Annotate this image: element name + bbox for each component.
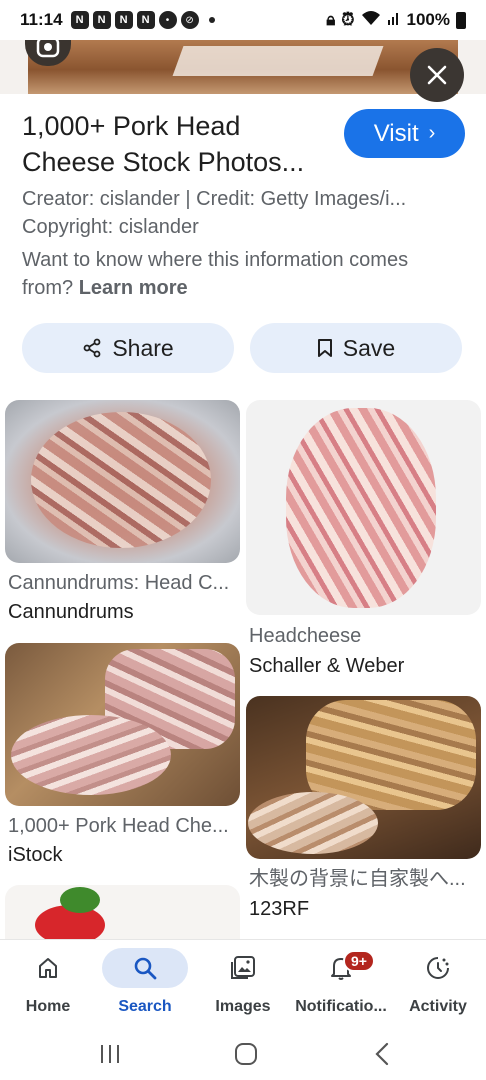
battery-percent: 100% [406, 10, 450, 29]
lock-icon: 🔒︎ [326, 10, 336, 29]
bottom-navigation: Home Search Images 9+ Notificatio... Act… [0, 940, 486, 1026]
nav-home-icon-wrap [5, 948, 91, 988]
app-notification-icon: N [136, 11, 155, 29]
back-button[interactable] [362, 1036, 402, 1072]
nav-label-activity: Activity [409, 998, 467, 1015]
more-notifications-icon [208, 17, 215, 23]
nav-label-images: Images [215, 998, 271, 1015]
system-navigation-bar [0, 1026, 486, 1080]
nav-label-home: Home [25, 998, 71, 1015]
nav-notifications-icon-wrap: 9+ [298, 948, 384, 988]
notification-icons: N N N N • ⊘ [70, 11, 215, 29]
info-source-text: Want to know where this information come… [22, 246, 462, 302]
related-image-thumbnail[interactable] [246, 696, 481, 859]
learn-more-link[interactable]: Learn more [79, 277, 188, 299]
battery-icon [456, 11, 466, 29]
preview-image-content [28, 40, 458, 94]
related-image-thumbnail[interactable] [5, 885, 240, 945]
nav-search-icon-wrap [102, 948, 188, 988]
related-image-source: Schaller & Weber [249, 655, 405, 677]
creator-credit: Creator: cislander | Credit: Getty Image… [22, 188, 407, 210]
related-image-title[interactable]: Cannundrums: Head C... [8, 570, 240, 596]
search-icon [134, 957, 157, 980]
share-icon [83, 338, 101, 358]
news-icon: • [158, 11, 177, 29]
images-icon [231, 956, 255, 979]
close-icon [427, 65, 447, 85]
system-status: 🔒︎ ⏰︎ 100% [326, 10, 466, 31]
status-time: 11:14 [20, 10, 63, 29]
related-image-thumbnail[interactable] [246, 400, 481, 615]
related-image-thumbnail[interactable] [5, 400, 240, 563]
recents-icon [101, 1045, 119, 1063]
visit-button[interactable]: Visit › [344, 109, 465, 158]
result-title[interactable]: 1,000+ Pork Head Cheese Stock Photos... [22, 108, 332, 180]
nav-label-search: Search [118, 998, 172, 1015]
nav-label-notifications: Notificatio... [295, 998, 387, 1015]
related-image-source: iStock [8, 844, 63, 866]
save-label: Save [342, 334, 396, 361]
alarm-icon: ⏰︎ [341, 10, 355, 29]
bookmark-icon [317, 339, 332, 357]
share-label: Share [112, 334, 174, 361]
nav-images[interactable]: Images [193, 944, 293, 1024]
related-image-source: Cannundrums [8, 601, 134, 623]
share-button[interactable]: Share [22, 323, 234, 373]
home-icon [39, 958, 57, 978]
copyright: Copyright: cislander [22, 216, 199, 238]
recent-apps-button[interactable] [90, 1036, 130, 1072]
activity-icon [427, 957, 449, 979]
app-notification-icon: N [92, 11, 111, 29]
nav-activity-icon-wrap [395, 948, 481, 988]
home-button[interactable] [226, 1036, 266, 1072]
visit-label: Visit [373, 119, 419, 147]
home-circle-icon [235, 1043, 257, 1065]
status-bar: 11:14 N N N N • ⊘ 🔒︎ ⏰︎ 100% [0, 0, 486, 40]
close-button[interactable] [410, 48, 464, 102]
app-notification-icon: N [114, 11, 133, 29]
nav-activity[interactable]: Activity [388, 944, 486, 1024]
notification-badge: 9+ [343, 950, 375, 972]
nav-images-icon-wrap [200, 948, 286, 988]
related-image-title[interactable]: 木製の背景に自家製へ... [249, 866, 481, 892]
back-icon [375, 1042, 389, 1066]
nav-search[interactable]: Search [95, 944, 195, 1024]
save-button[interactable]: Save [250, 323, 462, 373]
chevron-right-icon: › [428, 122, 436, 144]
nav-notifications[interactable]: 9+ Notificatio... [291, 944, 391, 1024]
related-image-source: 123RF [249, 898, 310, 920]
related-image-title[interactable]: 1,000+ Pork Head Che... [8, 813, 240, 839]
wifi-icon [361, 10, 381, 31]
related-image-title[interactable]: Headcheese [249, 623, 481, 649]
blocked-icon: ⊘ [180, 11, 199, 29]
nav-home[interactable]: Home [0, 944, 98, 1024]
related-image-thumbnail[interactable] [5, 643, 240, 806]
signal-icon [387, 10, 401, 31]
app-notification-icon: N [70, 11, 89, 29]
